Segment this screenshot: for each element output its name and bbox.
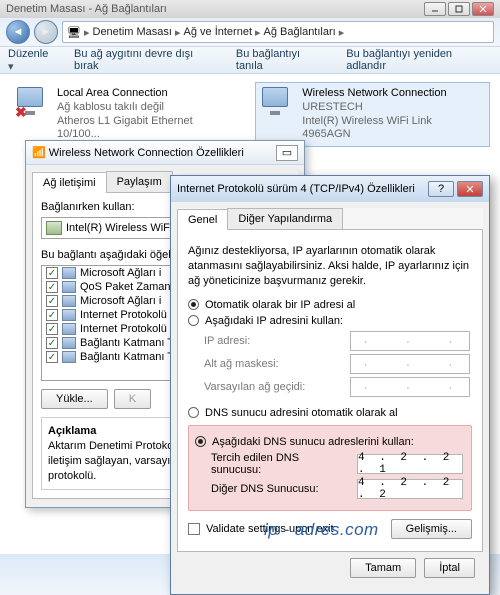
dns-section: Aşağıdaki DNS sunucu adreslerini kullan:… [188, 425, 472, 511]
chevron-right-icon: ▸ [255, 26, 261, 39]
disable-adapter-button[interactable]: Bu ağ aygıtını devre dışı bırak [74, 48, 218, 72]
wifi-icon [262, 87, 296, 121]
wifi-icon: 📶 [32, 146, 46, 159]
tab-sharing[interactable]: Paylaşım [106, 171, 173, 192]
tab-general[interactable]: Genel [177, 209, 228, 230]
checkbox-icon[interactable] [46, 323, 58, 335]
subnet-mask-label: Alt ağ maskesi: [204, 358, 344, 370]
computer-icon: 🖥 [67, 26, 81, 39]
organize-menu[interactable]: Düzenle [8, 48, 56, 73]
ipv4-title: Internet Protokolü sürüm 4 (TCP/IPv4) Öz… [177, 183, 415, 195]
protocol-icon [62, 281, 76, 293]
chevron-right-icon: ▸ [339, 26, 345, 39]
breadcrumb-item[interactable]: Denetim Masası [93, 26, 172, 38]
protocol-icon [62, 323, 76, 335]
list-item-label: Microsoft Ağları i [80, 295, 161, 307]
connection-name: Wireless Network Connection [302, 87, 483, 101]
adapter-icon [46, 221, 62, 235]
radio-ip-auto[interactable]: Otomatik olarak bir IP adresi al [188, 299, 472, 311]
diagnose-button[interactable]: Bu bağlantıyı tanıla [236, 48, 328, 72]
close-button[interactable] [472, 2, 494, 16]
protocol-icon [62, 337, 76, 349]
uninstall-button[interactable]: K [114, 389, 151, 409]
protocol-icon [62, 267, 76, 279]
radio-ip-manual[interactable]: Aşağıdaki IP adresini kullan: [188, 315, 472, 327]
minimize-button[interactable] [424, 2, 446, 16]
list-item-label: QoS Paket Zaman [80, 281, 171, 293]
radio-icon [188, 315, 199, 326]
ipv4-explanation: Ağınız destekliyorsa, IP ayarlarının oto… [188, 244, 472, 289]
checkbox-icon[interactable] [46, 337, 58, 349]
lan-icon: ✖ [17, 87, 51, 121]
alt-dns-input[interactable]: 4 . 2 . 2 . 2 [357, 479, 463, 499]
radio-icon [188, 299, 199, 310]
radio-label: Otomatik olarak bir IP adresi al [205, 299, 355, 311]
ip-address-input[interactable]: . . . [350, 331, 470, 351]
radio-dns-auto[interactable]: DNS sunucu adresini otomatik olarak al [188, 407, 472, 419]
protocol-icon [62, 295, 76, 307]
ip-address-label: IP adresi: [204, 335, 344, 347]
protocol-icon [62, 309, 76, 321]
nav-forward-button[interactable]: ► [34, 20, 58, 44]
list-item-label: Bağlantı Katmanı T [80, 337, 174, 349]
radio-label: DNS sunucu adresini otomatik olarak al [205, 407, 398, 419]
help-button[interactable]: ? [428, 181, 454, 197]
connection-name: Local Area Connection [57, 87, 238, 101]
connection-device: Atheros L1 Gigabit Ethernet 10/100... [57, 115, 238, 143]
ok-button[interactable]: Tamam [350, 558, 416, 578]
validate-checkbox[interactable] [188, 523, 200, 535]
radio-icon [188, 407, 199, 418]
checkbox-icon[interactable] [46, 295, 58, 307]
checkbox-icon[interactable] [46, 281, 58, 293]
breadcrumb-item[interactable]: Ağ Bağlantıları [264, 26, 336, 38]
subnet-mask-input[interactable]: . . . [350, 354, 470, 374]
alt-dns-label: Diğer DNS Sunucusu: [211, 483, 351, 495]
protocol-icon [62, 351, 76, 363]
radio-label: Aşağıdaki IP adresini kullan: [205, 315, 343, 327]
advanced-button[interactable]: Gelişmiş... [391, 519, 472, 539]
radio-label: Aşağıdaki DNS sunucu adreslerini kullan: [212, 436, 414, 448]
list-item-label: Internet Protokolü [80, 309, 167, 321]
connection-device: Intel(R) Wireless WiFi Link 4965AGN [302, 115, 483, 143]
list-item-label: Bağlantı Katmanı T [80, 351, 174, 363]
connection-status: Ağ kablosu takılı değil [57, 101, 238, 115]
disconnected-x-icon: ✖ [15, 104, 27, 121]
checkbox-icon[interactable] [46, 267, 58, 279]
checkbox-icon[interactable] [46, 309, 58, 321]
ipv4-close-button[interactable]: ✕ [457, 181, 483, 197]
tab-networking[interactable]: Ağ iletişimi [32, 172, 107, 193]
radio-dns-manual[interactable]: Aşağıdaki DNS sunucu adreslerini kullan: [195, 436, 465, 448]
radio-icon [195, 436, 206, 447]
list-item-label: Microsoft Ağları i [80, 267, 161, 279]
gateway-input[interactable]: . . . [350, 377, 470, 397]
watermark: ip - adres.com [264, 520, 379, 540]
install-button[interactable]: Yükle... [41, 389, 108, 409]
chevron-right-icon: ▸ [84, 26, 90, 39]
window-title: Denetim Masası - Ağ Bağlantıları [6, 3, 424, 15]
preferred-dns-label: Tercih edilen DNS sunucusu: [211, 452, 351, 476]
adapter-name: Intel(R) Wireless WiF [66, 222, 170, 234]
properties-title: Wireless Network Connection Özellikleri [49, 147, 244, 159]
properties-close-button[interactable]: ▭ [276, 145, 298, 161]
gateway-label: Varsayılan ağ geçidi: [204, 381, 344, 393]
cancel-button[interactable]: İptal [424, 558, 475, 578]
list-item-label: Internet Protokolü [80, 323, 167, 335]
connection-item-lan[interactable]: ✖ Local Area Connection Ağ kablosu takıl… [10, 82, 245, 147]
breadcrumb-item[interactable]: Ağ ve İnternet [184, 26, 253, 38]
connection-status: URESTECH [302, 101, 483, 115]
preferred-dns-input[interactable]: 4 . 2 . 2 . 1 [357, 454, 463, 474]
chevron-right-icon: ▸ [175, 26, 181, 39]
nav-back-button[interactable]: ◄ [6, 20, 30, 44]
breadcrumb[interactable]: 🖥 ▸ Denetim Masası ▸ Ağ ve İnternet ▸ Ağ… [62, 21, 494, 43]
tab-alternate[interactable]: Diğer Yapılandırma [227, 208, 343, 229]
checkbox-icon[interactable] [46, 351, 58, 363]
connection-item-wifi[interactable]: Wireless Network Connection URESTECH Int… [255, 82, 490, 147]
maximize-button[interactable] [448, 2, 470, 16]
rename-button[interactable]: Bu bağlantıyı yeniden adlandır [346, 48, 492, 72]
